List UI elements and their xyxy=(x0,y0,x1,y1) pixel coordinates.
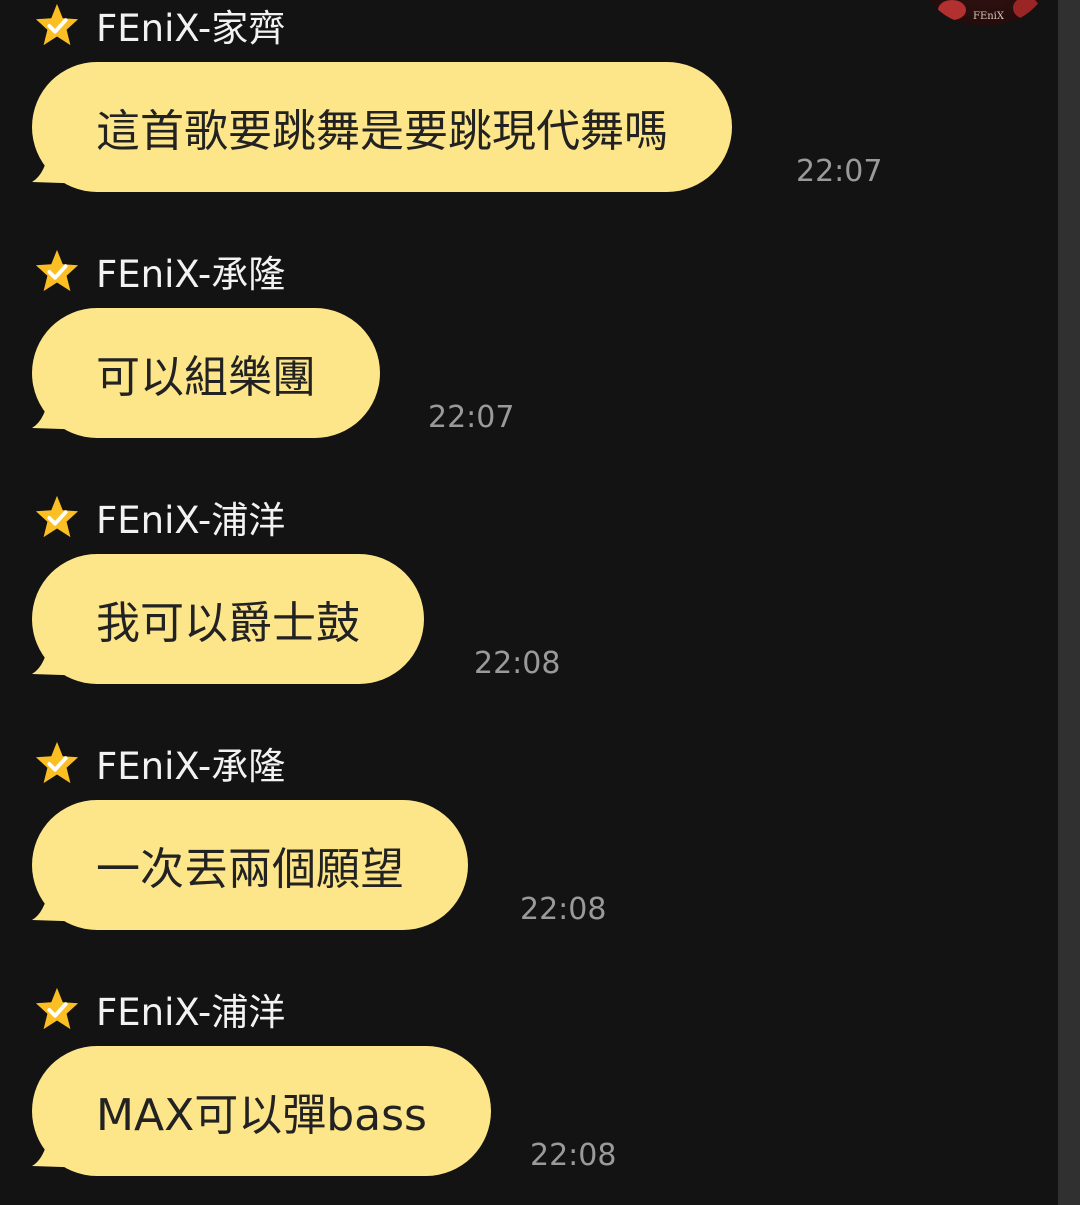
star-check-icon xyxy=(35,741,79,784)
message-text: 我可以爵士鼓 xyxy=(96,598,360,649)
message-bubble[interactable]: 一次丟兩個願望 xyxy=(32,800,468,930)
sender-name: FEniX-家齊 xyxy=(96,7,286,50)
scrollbar-track[interactable] xyxy=(1058,0,1080,1205)
sender-name: FEniX-浦洋 xyxy=(96,499,286,542)
star-check-icon xyxy=(35,987,79,1030)
message-sender[interactable]: FEniX-家齊 xyxy=(34,0,285,50)
scrollbar-thumb[interactable] xyxy=(1058,0,1080,1205)
message-time: 22:08 xyxy=(530,1138,617,1173)
chat-view: FEniX FEniX-家齊 這首歌要跳舞是要跳現代舞嗎 22:07 FEniX… xyxy=(0,0,1080,1205)
message-text: 這首歌要跳舞是要跳現代舞嗎 xyxy=(96,106,668,157)
avatar[interactable]: FEniX xyxy=(918,0,1052,25)
message-text: 一次丟兩個願望 xyxy=(96,844,404,895)
message-time: 22:08 xyxy=(520,892,607,927)
message-sender[interactable]: FEniX-承隆 xyxy=(34,738,285,788)
avatar-logo: FEniX xyxy=(973,11,1004,22)
sender-name: FEniX-浦洋 xyxy=(96,991,286,1034)
message-sender[interactable]: FEniX-浦洋 xyxy=(34,984,285,1034)
star-check-icon xyxy=(35,495,79,538)
message-text: 可以組樂團 xyxy=(96,352,316,403)
sender-name: FEniX-承隆 xyxy=(96,745,286,788)
message-sender[interactable]: FEniX-浦洋 xyxy=(34,492,285,542)
message-time: 22:07 xyxy=(796,154,883,189)
star-check-icon xyxy=(35,3,79,46)
message-text: MAX可以彈bass xyxy=(96,1090,427,1141)
message-time: 22:07 xyxy=(428,400,515,435)
message-bubble[interactable]: 這首歌要跳舞是要跳現代舞嗎 xyxy=(32,62,732,192)
message-sender[interactable]: FEniX-承隆 xyxy=(34,246,285,296)
message-bubble[interactable]: 可以組樂團 xyxy=(32,308,380,438)
avatar-figure xyxy=(938,0,966,20)
avatar-figure xyxy=(1013,0,1039,19)
star-check-icon xyxy=(35,249,79,292)
sender-name: FEniX-承隆 xyxy=(96,253,286,296)
message-time: 22:08 xyxy=(474,646,561,681)
message-bubble[interactable]: 我可以爵士鼓 xyxy=(32,554,424,684)
message-bubble[interactable]: MAX可以彈bass xyxy=(32,1046,491,1176)
